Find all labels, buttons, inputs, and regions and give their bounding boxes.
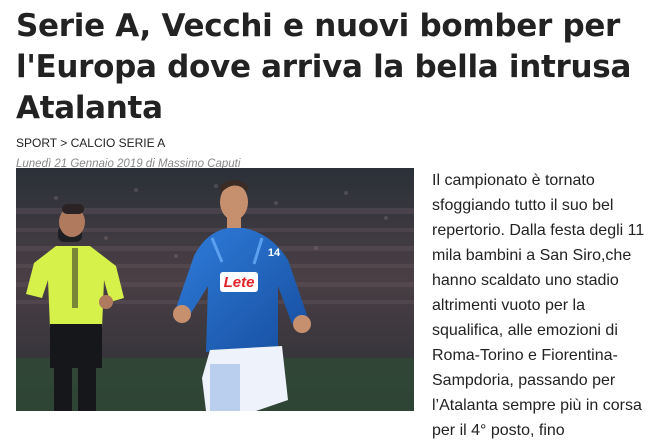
article-title: Serie A, Vecchi e nuovi bomber per l'Eur… <box>16 0 656 129</box>
breadcrumb-sport[interactable]: SPORT <box>16 136 57 150</box>
article-header: Serie A, Vecchi e nuovi bomber per l'Eur… <box>16 0 656 170</box>
article-photo[interactable]: Lete 14 <box>16 168 414 411</box>
shirt-sponsor-text: Lete <box>224 274 255 291</box>
breadcrumb-calcio-serie-a[interactable]: CALCIO SERIE A <box>71 136 166 150</box>
article-title-link[interactable]: Serie A, Vecchi e nuovi bomber per l'Eur… <box>16 8 631 126</box>
breadcrumb: SPORT > CALCIO SERIE A <box>16 136 656 150</box>
article-lead-text: Il campionato è tornato sfoggiando tutto… <box>432 172 645 439</box>
shirt-number-text: 14 <box>268 247 281 259</box>
football-photo-illustration: Lete 14 <box>16 168 414 411</box>
breadcrumb-separator: > <box>60 136 68 150</box>
